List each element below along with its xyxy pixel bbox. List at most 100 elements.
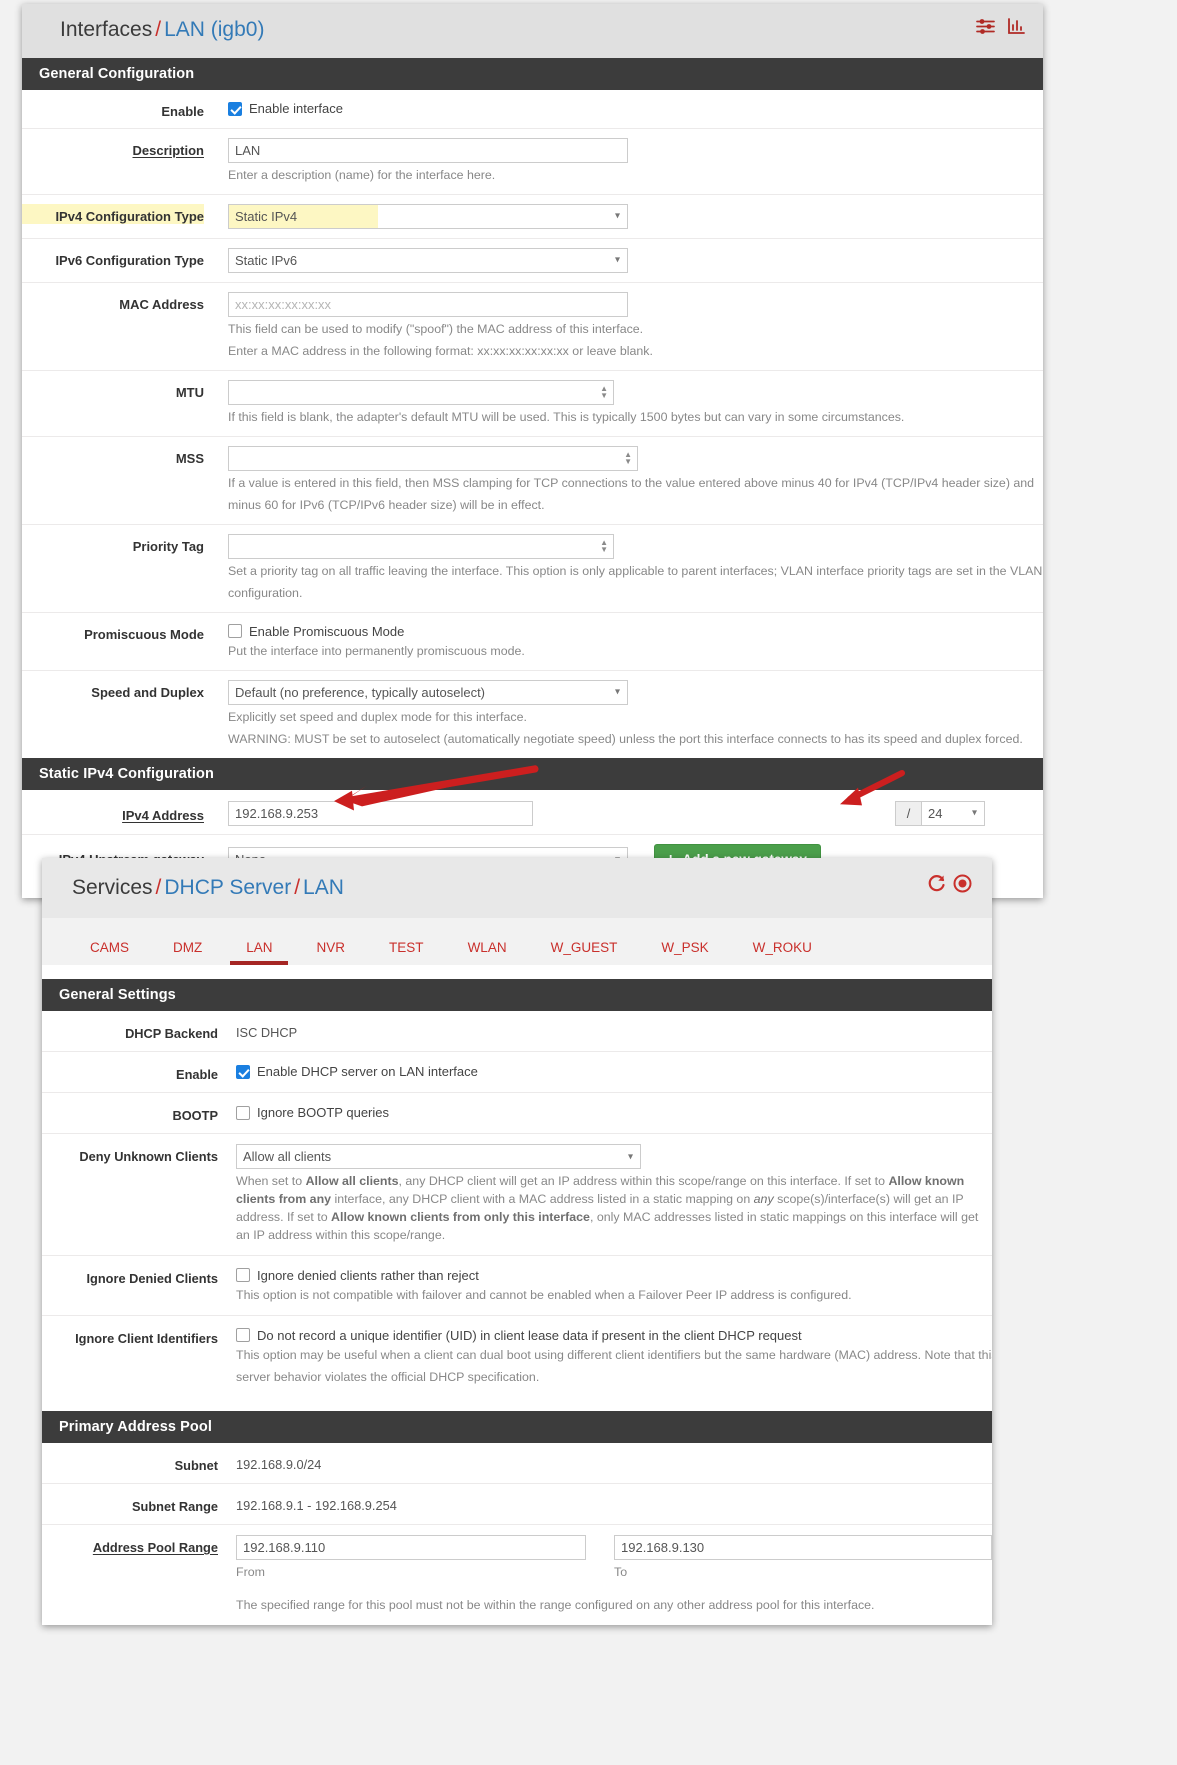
priority-tag-help-1: Set a priority tag on all traffic leavin… <box>228 563 1043 578</box>
reload-icon[interactable] <box>927 874 946 899</box>
tab-wlan[interactable]: WLAN <box>446 932 529 965</box>
label-bootp: BOOTP <box>172 1108 218 1123</box>
breadcrumb-root[interactable]: Interfaces <box>60 18 152 41</box>
dhcp-breadcrumb-leaf[interactable]: LAN <box>303 876 344 899</box>
row-ipv6-config-type: IPv6 Configuration Type Static IPv6 ▾ <box>22 239 1043 283</box>
label-ipv6-config-type: IPv6 Configuration Type <box>55 252 204 268</box>
enable-interface-checkbox[interactable] <box>228 101 242 116</box>
sliders-icon[interactable] <box>976 18 995 35</box>
dhcp-enable-label: Enable DHCP server on LAN interface <box>257 1064 478 1079</box>
description-input[interactable] <box>228 138 628 163</box>
priority-tag-stepper-wrap[interactable]: ▲ ▼ <box>228 533 614 559</box>
priority-tag-input[interactable] <box>228 533 614 559</box>
address-pool-from-caption: From <box>236 1564 265 1579</box>
ipv6-config-type-select-wrap[interactable]: Static IPv6 ▾ <box>228 247 628 273</box>
row-ignore-denied-clients: Ignore Denied Clients Ignore denied clie… <box>42 1256 992 1316</box>
record-icon[interactable] <box>953 874 972 899</box>
label-speed-duplex: Speed and Duplex <box>91 684 204 700</box>
ignore-denied-clients-label: Ignore denied clients rather than reject <box>257 1267 479 1283</box>
address-pool-to-input[interactable] <box>614 1534 992 1560</box>
ipv4-config-type-select[interactable]: Static IPv4 <box>228 203 628 229</box>
help-italic-1: any <box>753 1191 774 1206</box>
breadcrumb-separator: / <box>155 18 162 41</box>
subnet-value: 192.168.9.0/24 <box>236 1456 322 1472</box>
ipv6-config-type-select[interactable]: Static IPv6 <box>228 247 628 273</box>
prefix-length-group: / 24 ▾ <box>895 800 1043 826</box>
chart-icon[interactable] <box>1007 18 1025 35</box>
breadcrumb-leaf[interactable]: LAN (igb0) <box>164 18 264 41</box>
ignore-client-identifiers-checkbox[interactable] <box>236 1328 250 1343</box>
row-subnet-range: Subnet Range 192.168.9.1 - 192.168.9.254 <box>42 1484 992 1525</box>
general-settings-heading: General Settings <box>42 979 992 1011</box>
speed-duplex-select-wrap[interactable]: Default (no preference, typically autose… <box>228 679 628 705</box>
deny-unknown-clients-select[interactable]: Allow all clients <box>236 1144 641 1169</box>
mac-address-help-1: This field can be used to modify ("spoof… <box>228 321 644 336</box>
mss-stepper-wrap[interactable]: ▲ ▼ <box>228 445 638 471</box>
tab-test[interactable]: TEST <box>367 932 446 965</box>
tab-dmz[interactable]: DMZ <box>151 932 224 965</box>
description-help: Enter a description (name) for the inter… <box>228 168 496 182</box>
tab-w-roku[interactable]: W_ROKU <box>731 932 834 965</box>
tab-w-psk[interactable]: W_PSK <box>639 932 730 965</box>
ignore-client-identifiers-checkbox-row[interactable]: Do not record a unique identifier (UID) … <box>236 1326 992 1343</box>
mtu-help: If this field is blank, the adapter's de… <box>228 409 905 424</box>
mac-address-help-2: Enter a MAC address in the following for… <box>228 343 653 358</box>
ipv4-address-input[interactable] <box>228 800 533 826</box>
tab-w-guest[interactable]: W_GUEST <box>529 932 640 965</box>
dhcp-enable-checkbox-row[interactable]: Enable DHCP server on LAN interface <box>236 1062 992 1079</box>
dhcp-breadcrumb-mid[interactable]: DHCP Server <box>164 876 291 899</box>
dhcp-interface-tabs: CAMS DMZ LAN NVR TEST WLAN W_GUEST W_PSK… <box>42 918 992 965</box>
primary-address-pool-heading: Primary Address Pool <box>42 1410 992 1443</box>
help-bold-4: clients from only this interface <box>410 1209 590 1224</box>
ignore-denied-clients-help: This option is not compatible with failo… <box>236 1287 852 1302</box>
mss-help-1: If a value is entered in this field, the… <box>228 475 1035 490</box>
mac-address-input[interactable] <box>228 291 628 317</box>
label-promiscuous-mode: Promiscuous Mode <box>84 626 204 642</box>
mtu-input[interactable] <box>228 379 614 405</box>
label-description: Description <box>132 143 204 158</box>
prefix-slash: / <box>895 800 921 826</box>
dhcp-breadcrumb-root[interactable]: Services <box>72 876 153 899</box>
ipv4-config-type-select-wrap[interactable]: Static IPv4 ▾ <box>228 203 628 229</box>
prefix-length-select[interactable]: 24 <box>921 800 985 826</box>
dhcp-server-card: Services / DHCP Server / LAN CAMS DMZ LAN NV… <box>42 858 992 1625</box>
enable-interface-checkbox-row[interactable]: Enable interface <box>228 99 1043 116</box>
speed-duplex-select[interactable]: Default (no preference, typically autose… <box>228 679 628 705</box>
promiscuous-mode-checkbox-row[interactable]: Enable Promiscuous Mode <box>228 622 1043 639</box>
dhcp-enable-checkbox[interactable] <box>236 1064 250 1079</box>
deny-unknown-clients-select-wrap[interactable]: Allow all clients ▾ <box>236 1144 641 1169</box>
mss-input[interactable] <box>228 445 638 471</box>
address-pool-range-help: The specified range for this pool must n… <box>236 1597 875 1612</box>
mss-help-2: minus 60 for IPv6 (TCP/IPv6 header size)… <box>228 497 545 512</box>
label-ipv4-config-type: IPv4 Configuration Type <box>22 203 204 224</box>
dhcp-breadcrumb-separator-2: / <box>294 876 301 899</box>
bootp-checkbox-row[interactable]: Ignore BOOTP queries <box>236 1103 992 1120</box>
dhcp-backend-value: ISC DHCP <box>236 1025 298 1040</box>
dhcp-breadcrumb: Services / DHCP Server / LAN <box>42 858 992 918</box>
ignore-denied-clients-checkbox[interactable] <box>236 1268 250 1283</box>
bootp-label: Ignore BOOTP queries <box>257 1105 389 1120</box>
label-mss: MSS <box>175 450 204 466</box>
dhcp-header-icon-group <box>927 874 972 899</box>
row-dhcp-enable: Enable Enable DHCP server on LAN interfa… <box>42 1052 992 1093</box>
ignore-denied-clients-checkbox-row[interactable]: Ignore denied clients rather than reject <box>236 1266 992 1283</box>
address-pool-from-input[interactable] <box>236 1534 586 1560</box>
general-settings-body: DHCP Backend ISC DHCP Enable Enable DHCP… <box>42 1011 992 1397</box>
priority-tag-help-2: configuration. <box>228 585 303 600</box>
label-ipv4-address: IPv4 Address <box>122 808 204 824</box>
promiscuous-mode-checkbox[interactable] <box>228 624 242 639</box>
tab-cams[interactable]: CAMS <box>68 932 151 965</box>
ignore-client-identifiers-label: Do not record a unique identifier (UID) … <box>257 1327 802 1343</box>
subnet-range-value: 192.168.9.1 - 192.168.9.254 <box>236 1497 397 1513</box>
general-configuration-body: Enable Enable interface Description Ente… <box>22 90 1043 758</box>
mtu-stepper-wrap[interactable]: ▲ ▼ <box>228 379 614 405</box>
row-priority-tag: Priority Tag ▲ ▼ Set a priority tag on al… <box>22 525 1043 613</box>
static-ipv4-heading: Static IPv4 Configuration <box>22 757 1043 790</box>
row-mac-address: MAC Address This field can be used to mo… <box>22 283 1043 371</box>
tab-lan[interactable]: LAN <box>224 932 294 965</box>
bootp-checkbox[interactable] <box>236 1105 250 1120</box>
label-priority-tag: Priority Tag <box>132 538 204 554</box>
prefix-length-select-wrap[interactable]: 24 ▾ <box>921 800 985 826</box>
address-pool-to-col: To <box>614 1534 992 1579</box>
tab-nvr[interactable]: NVR <box>295 932 368 965</box>
